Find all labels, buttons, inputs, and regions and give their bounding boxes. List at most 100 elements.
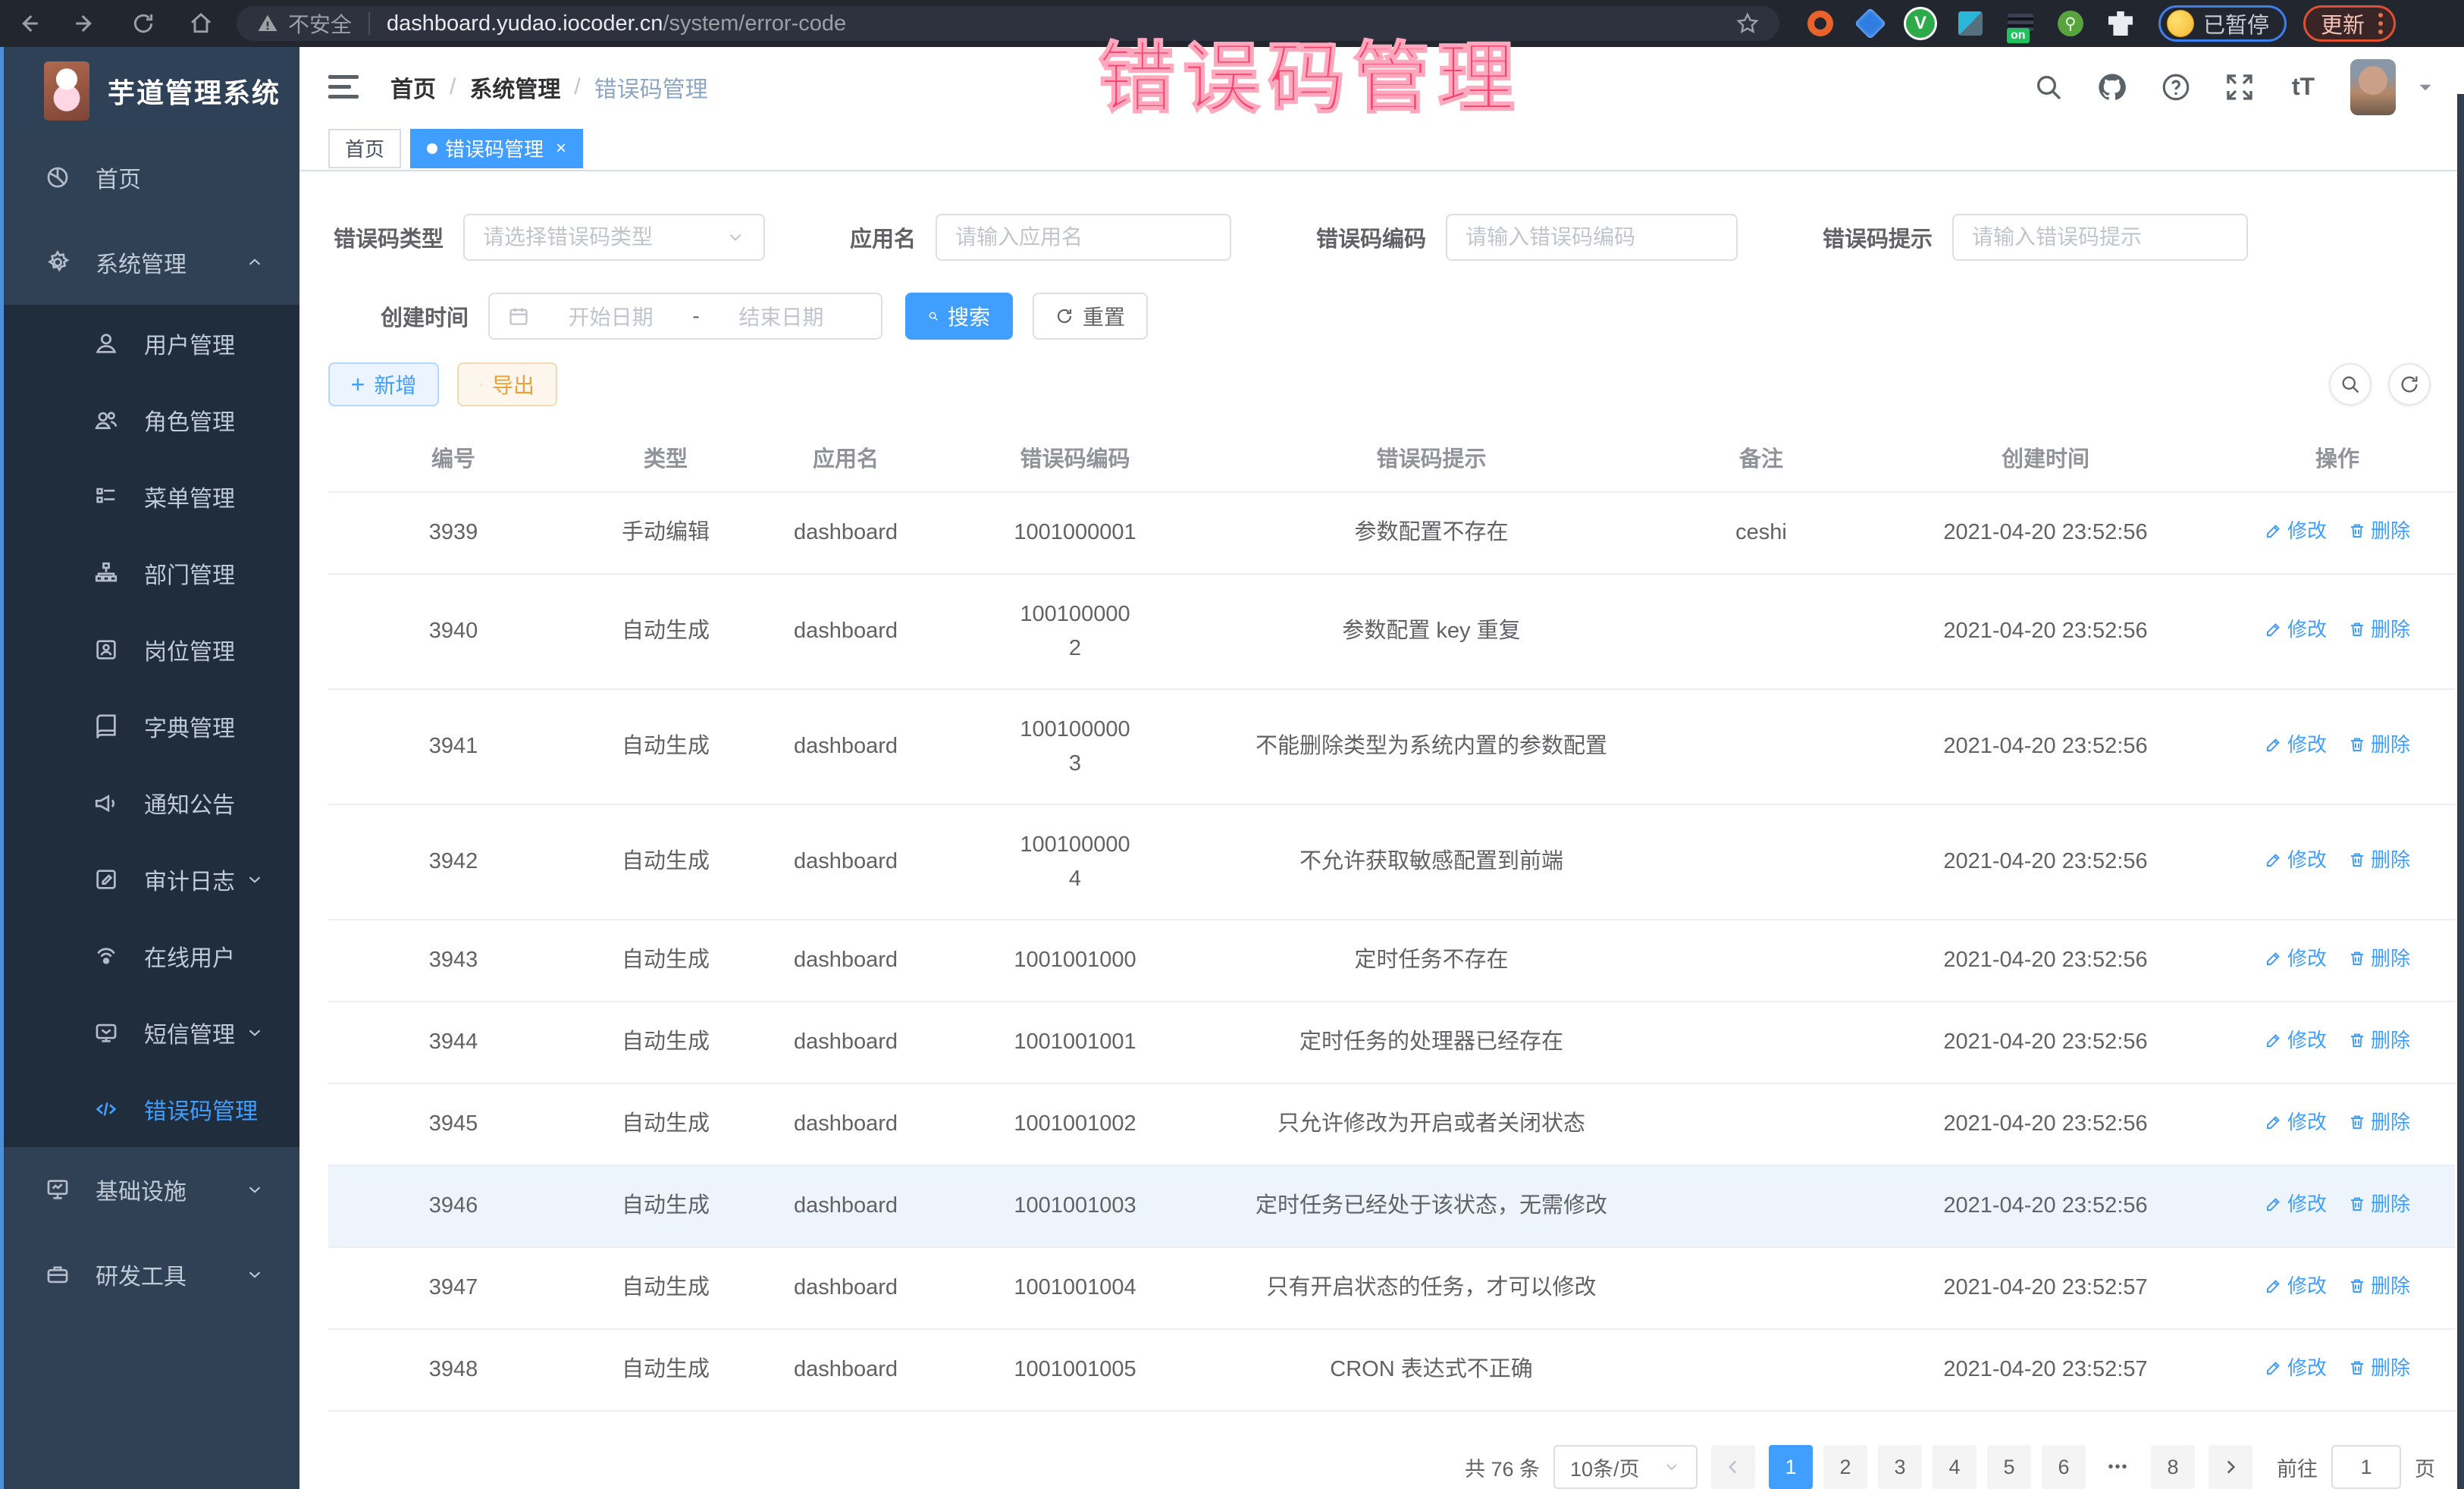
green-v-extension-icon[interactable]: V <box>1905 8 1936 39</box>
help-icon[interactable] <box>2159 71 2193 104</box>
table-row[interactable]: 3943自动生成dashboard1001001000定时任务不存在2021-0… <box>328 920 2455 1002</box>
type-select[interactable] <box>463 214 765 261</box>
sidebar-item-岗位管理[interactable]: 岗位管理 <box>0 611 299 688</box>
sidebar-item-通知公告[interactable]: 通知公告 <box>0 764 299 841</box>
page-button-5[interactable]: 5 <box>1987 1445 2031 1489</box>
search-button[interactable]: 搜索 <box>905 293 1013 340</box>
add-button[interactable]: + 新增 <box>328 362 439 406</box>
table-row[interactable]: 3939手动编辑dashboard1001000001参数配置不存在ceshi2… <box>328 492 2455 574</box>
edit-link[interactable]: 修改 <box>2265 614 2327 644</box>
sidebar-item-字典管理[interactable]: 字典管理 <box>0 688 299 764</box>
page-button-3[interactable]: 3 <box>1878 1445 1922 1489</box>
refresh-table-icon[interactable] <box>2388 363 2431 406</box>
orange-ring-extension-icon[interactable] <box>1805 8 1835 39</box>
sidebar-item-错误码管理[interactable]: 错误码管理 <box>0 1071 299 1147</box>
toggle-search-icon[interactable] <box>2329 363 2372 406</box>
fullscreen-icon[interactable] <box>2223 71 2256 104</box>
edit-link[interactable]: 修改 <box>2265 1025 2327 1055</box>
export-button[interactable]: 导出 <box>457 362 557 406</box>
edit-link[interactable]: 修改 <box>2265 943 2327 973</box>
scrollbar[interactable] <box>2457 94 2464 1489</box>
browser-update-button[interactable]: 更新 <box>2303 5 2396 42</box>
edit-link[interactable]: 修改 <box>2265 516 2327 546</box>
app-logo[interactable]: 芋道管理系统 <box>0 47 299 135</box>
table-row[interactable]: 3947自动生成dashboard1001001004只有开启状态的任务，才可以… <box>328 1247 2455 1329</box>
sidebar-item-部门管理[interactable]: 部门管理 <box>0 534 299 611</box>
table-row[interactable]: 3948自动生成dashboard1001001005CRON 表达式不正确20… <box>328 1329 2455 1411</box>
breadcrumb-item-系统管理[interactable]: 系统管理 <box>469 71 560 104</box>
browser-menu-icon[interactable] <box>2378 13 2383 34</box>
table-row[interactable]: 3940自动生成dashboard1001000002参数配置 key 重复20… <box>328 574 2455 689</box>
app-input[interactable] <box>955 225 1212 249</box>
table-row[interactable]: 3945自动生成dashboard1001001002只允许修改为开启或者关闭状… <box>328 1083 2455 1165</box>
code-input-wrap[interactable] <box>1446 214 1738 261</box>
type-select-input[interactable] <box>483 225 715 249</box>
table-row[interactable]: 3946自动生成dashboard1001001003定时任务已经处于该状态，无… <box>328 1165 2455 1247</box>
edit-link[interactable]: 修改 <box>2265 1189 2327 1219</box>
font-size-icon[interactable]: tT <box>2287 71 2320 104</box>
reset-button[interactable]: 重置 <box>1033 293 1148 340</box>
puzzle-extension-icon[interactable] <box>2105 8 2136 39</box>
breadcrumb-item-首页[interactable]: 首页 <box>390 71 436 104</box>
page-button-8[interactable]: 8 <box>2151 1445 2195 1489</box>
sidebar-item-短信管理[interactable]: 短信管理 <box>0 994 299 1071</box>
delete-link[interactable]: 删除 <box>2348 1025 2410 1055</box>
sidebar-item-菜单管理[interactable]: 菜单管理 <box>0 458 299 534</box>
page-button-2[interactable]: 2 <box>1823 1445 1867 1489</box>
page-ellipsis[interactable]: ••• <box>2096 1445 2140 1489</box>
table-row[interactable]: 3944自动生成dashboard1001001001定时任务的处理器已经存在2… <box>328 1002 2455 1083</box>
app-input-wrap[interactable] <box>936 214 1231 261</box>
edit-link[interactable]: 修改 <box>2265 845 2327 875</box>
hamburger-icon[interactable] <box>328 69 359 105</box>
security-chip[interactable]: 不安全 <box>256 8 352 39</box>
page-size-select[interactable]: 10条/页 <box>1553 1445 1698 1489</box>
goto-page-input[interactable] <box>2331 1445 2401 1489</box>
sidebar-item-研发工具[interactable]: 研发工具 <box>0 1232 299 1317</box>
reload-icon[interactable] <box>129 9 158 38</box>
delete-link[interactable]: 删除 <box>2348 1189 2410 1219</box>
sidebar-item-首页[interactable]: 首页 <box>0 135 299 220</box>
avatar-caret-icon[interactable] <box>2415 77 2435 97</box>
page-button-4[interactable]: 4 <box>1933 1445 1977 1489</box>
edit-link[interactable]: 修改 <box>2265 1353 2327 1383</box>
blue-gem-extension-icon[interactable] <box>1855 8 1886 39</box>
sidebar-item-角色管理[interactable]: 角色管理 <box>0 381 299 458</box>
edit-link[interactable]: 修改 <box>2265 1271 2327 1301</box>
list-on-extension-icon[interactable]: on <box>2005 8 2036 39</box>
github-icon[interactable] <box>2096 71 2129 104</box>
delete-link[interactable]: 删除 <box>2348 1107 2410 1137</box>
user-avatar[interactable] <box>2350 59 2396 115</box>
tab-首页[interactable]: 首页 <box>328 129 401 168</box>
sidebar-item-系统管理[interactable]: 系统管理 <box>0 220 299 305</box>
green-key-extension-icon[interactable]: ⚲ <box>2055 8 2086 39</box>
next-page-button[interactable] <box>2209 1445 2252 1489</box>
tab-close-icon[interactable]: × <box>556 138 566 159</box>
code-input[interactable] <box>1466 225 1718 249</box>
edit-link[interactable]: 修改 <box>2265 729 2327 760</box>
profile-paused-chip[interactable]: 已暂停 <box>2158 5 2287 42</box>
delete-link[interactable]: 删除 <box>2348 845 2410 875</box>
delete-link[interactable]: 删除 <box>2348 1353 2410 1383</box>
home-icon[interactable] <box>187 9 215 38</box>
blue-tiles-extension-icon[interactable] <box>1955 8 1986 39</box>
sidebar-item-审计日志[interactable]: 审计日志 <box>0 841 299 917</box>
tab-错误码管理[interactable]: 错误码管理× <box>410 129 583 168</box>
forward-icon[interactable] <box>71 9 100 38</box>
sidebar-item-在线用户[interactable]: 在线用户 <box>0 917 299 994</box>
edit-link[interactable]: 修改 <box>2265 1107 2327 1137</box>
date-start-placeholder[interactable]: 开始日期 <box>569 301 654 331</box>
delete-link[interactable]: 删除 <box>2348 729 2410 760</box>
sidebar-item-用户管理[interactable]: 用户管理 <box>0 305 299 381</box>
table-row[interactable]: 3941自动生成dashboard1001000003不能删除类型为系统内置的参… <box>328 689 2455 804</box>
back-icon[interactable] <box>14 9 42 38</box>
page-button-1[interactable]: 1 <box>1769 1445 1813 1489</box>
address-bar[interactable]: 不安全 dashboard.yudao.iocoder.cn/system/er… <box>237 6 1779 41</box>
hint-input-wrap[interactable] <box>1952 214 2248 261</box>
page-button-6[interactable]: 6 <box>2042 1445 2086 1489</box>
search-icon[interactable] <box>2032 71 2065 104</box>
delete-link[interactable]: 删除 <box>2348 943 2410 973</box>
bookmark-star-icon[interactable] <box>1735 11 1760 36</box>
hint-input[interactable] <box>1972 225 2228 249</box>
table-row[interactable]: 3942自动生成dashboard1001000004不允许获取敏感配置到前端2… <box>328 804 2455 920</box>
date-end-placeholder[interactable]: 结束日期 <box>738 301 823 331</box>
